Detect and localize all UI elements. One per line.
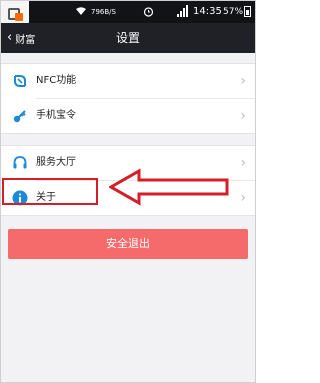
page-title: 设置 bbox=[115, 31, 140, 45]
alarm-icon bbox=[143, 7, 154, 17]
nfc-label: NFC功能 bbox=[36, 75, 77, 86]
network-speed: 796B/S bbox=[91, 8, 116, 16]
clock: 14:35 bbox=[193, 6, 222, 17]
title-bar: ‹ 财富 设置 bbox=[1, 23, 255, 53]
signal-icon bbox=[177, 5, 188, 17]
status-bar: 796B/S 14:35 57% bbox=[1, 1, 255, 29]
headset-icon bbox=[13, 156, 27, 169]
key-icon bbox=[13, 110, 26, 123]
chevron-right-icon: › bbox=[240, 73, 246, 89]
settings-group-1: NFC功能 › 手机宝令 › bbox=[1, 63, 255, 134]
app-screen: 796B/S 14:35 57% ‹ 财富 设置 NFC功能 › 手机宝令 › … bbox=[0, 0, 256, 383]
chevron-right-icon: › bbox=[240, 190, 246, 206]
nfc-row[interactable]: NFC功能 › bbox=[1, 64, 255, 98]
battery-percent: 57% bbox=[223, 7, 244, 17]
annotation-arrow-icon bbox=[109, 168, 229, 206]
chevron-right-icon: › bbox=[240, 108, 246, 124]
phone-token-label: 手机宝令 bbox=[36, 110, 76, 121]
chevron-right-icon: › bbox=[240, 155, 246, 171]
phone-token-row[interactable]: 手机宝令 › bbox=[1, 99, 255, 133]
logout-button[interactable]: 安全退出 bbox=[8, 229, 248, 259]
wifi-icon bbox=[76, 7, 86, 15]
battery-icon bbox=[244, 6, 251, 17]
nfc-icon bbox=[14, 75, 26, 87]
annotation-highlight-box bbox=[2, 178, 98, 205]
service-hall-label: 服务大厅 bbox=[36, 157, 76, 168]
